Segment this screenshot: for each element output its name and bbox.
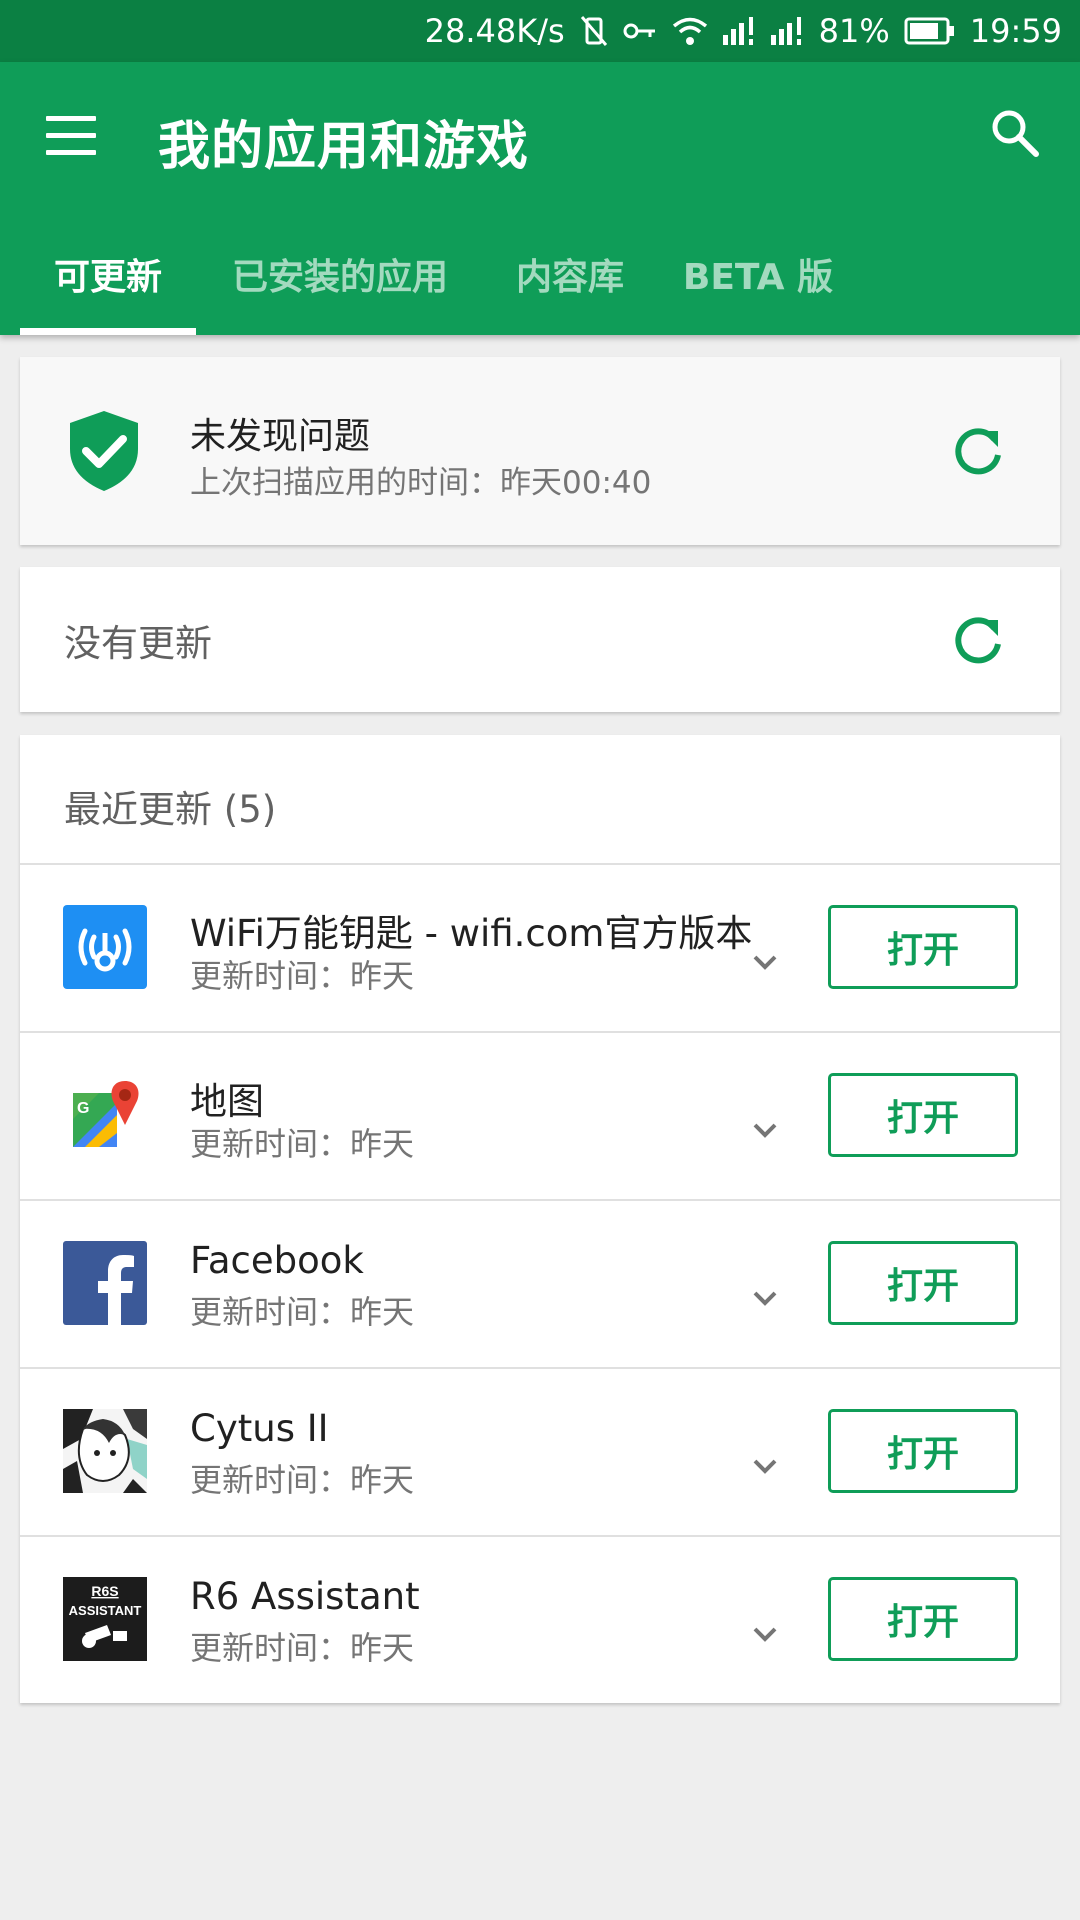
- r6-logo-text: R6S: [91, 1583, 118, 1599]
- chevron-down-icon[interactable]: [750, 1623, 780, 1647]
- tab-beta[interactable]: BETA 版: [678, 212, 838, 335]
- menu-icon[interactable]: [46, 116, 100, 158]
- refresh-icon[interactable]: [950, 423, 1006, 479]
- r6-assistant-icon: R6S ASSISTANT: [63, 1577, 147, 1661]
- list-item[interactable]: Cytus II 更新时间：昨天 打开: [20, 1367, 1060, 1535]
- list-item[interactable]: WiFi万能钥匙 - wifi.com官方版本 更新时间：昨天 打开: [20, 863, 1060, 1031]
- network-speed: 28.48K/s: [424, 12, 565, 50]
- chevron-down-icon[interactable]: [750, 1287, 780, 1311]
- search-icon[interactable]: [988, 106, 1042, 160]
- no-updates-card: 没有更新: [20, 567, 1060, 712]
- battery-percent: 81%: [818, 12, 890, 50]
- tab-updates[interactable]: 可更新: [20, 212, 196, 335]
- app-update-time: 更新时间：昨天: [190, 1293, 415, 1331]
- wifi-icon: [671, 16, 709, 46]
- app-update-time: 更新时间：昨天: [190, 1125, 415, 1163]
- refresh-updates-icon[interactable]: [950, 612, 1006, 668]
- app-update-time: 更新时间：昨天: [190, 1461, 415, 1499]
- cytus-icon: [63, 1409, 147, 1493]
- clock: 19:59: [969, 12, 1062, 50]
- signal-icon-2: [770, 17, 805, 45]
- facebook-icon: [63, 1241, 147, 1325]
- vpn-key-icon: [623, 21, 657, 41]
- app-name: WiFi万能钥匙 - wifi.com官方版本: [190, 912, 753, 955]
- shield-check-icon: [66, 409, 142, 493]
- vibrate-off-icon: [579, 15, 609, 47]
- battery-icon: [904, 17, 956, 45]
- open-button[interactable]: 打开: [828, 1073, 1018, 1157]
- app-update-time: 更新时间：昨天: [190, 1629, 415, 1667]
- chevron-down-icon[interactable]: [750, 1455, 780, 1479]
- app-update-time: 更新时间：昨天: [190, 957, 415, 995]
- google-maps-icon: G: [63, 1073, 147, 1157]
- tab-bar: 可更新 已安装的应用 内容库 BETA 版: [0, 212, 1080, 335]
- recent-updates-card: 最近更新 (5) WiFi万能钥匙 - wifi.com官方版本 更新时间：昨天…: [20, 735, 1060, 1703]
- app-name: 地图: [190, 1080, 264, 1123]
- page-title: 我的应用和游戏: [158, 117, 530, 177]
- app-bar: 我的应用和游戏 可更新 已安装的应用 内容库 BETA 版: [0, 62, 1080, 335]
- app-name: Facebook: [190, 1239, 364, 1282]
- open-button[interactable]: 打开: [828, 905, 1018, 989]
- list-item[interactable]: Facebook 更新时间：昨天 打开: [20, 1199, 1060, 1367]
- active-tab-indicator: [20, 328, 196, 335]
- r6-logo-subtext: ASSISTANT: [69, 1603, 142, 1618]
- open-button[interactable]: 打开: [828, 1577, 1018, 1661]
- app-name: R6 Assistant: [190, 1575, 420, 1618]
- list-item[interactable]: R6S ASSISTANT R6 Assistant 更新时间：昨天 打开: [20, 1535, 1060, 1703]
- no-updates-text: 没有更新: [64, 622, 212, 665]
- play-protect-card: 未发现问题 上次扫描应用的时间：昨天00:40: [20, 357, 1060, 545]
- chevron-down-icon[interactable]: [750, 1119, 780, 1143]
- security-status-title: 未发现问题: [190, 416, 371, 457]
- recent-updates-header: 最近更新 (5): [64, 788, 277, 831]
- svg-text:G: G: [77, 1100, 89, 1117]
- signal-icon: [722, 17, 757, 45]
- chevron-down-icon[interactable]: [750, 951, 780, 975]
- status-bar: 28.48K/s 81% 19:59: [0, 0, 1080, 62]
- tab-library[interactable]: 内容库: [500, 212, 640, 335]
- app-name: Cytus II: [190, 1407, 329, 1450]
- open-button[interactable]: 打开: [828, 1409, 1018, 1493]
- tab-installed[interactable]: 已安装的应用: [220, 212, 460, 335]
- last-scan-time: 上次扫描应用的时间：昨天00:40: [190, 465, 652, 501]
- wifi-master-key-icon: [63, 905, 147, 989]
- open-button[interactable]: 打开: [828, 1241, 1018, 1325]
- toolbar: 我的应用和游戏: [0, 62, 1080, 212]
- list-item[interactable]: G 地图 更新时间：昨天 打开: [20, 1031, 1060, 1199]
